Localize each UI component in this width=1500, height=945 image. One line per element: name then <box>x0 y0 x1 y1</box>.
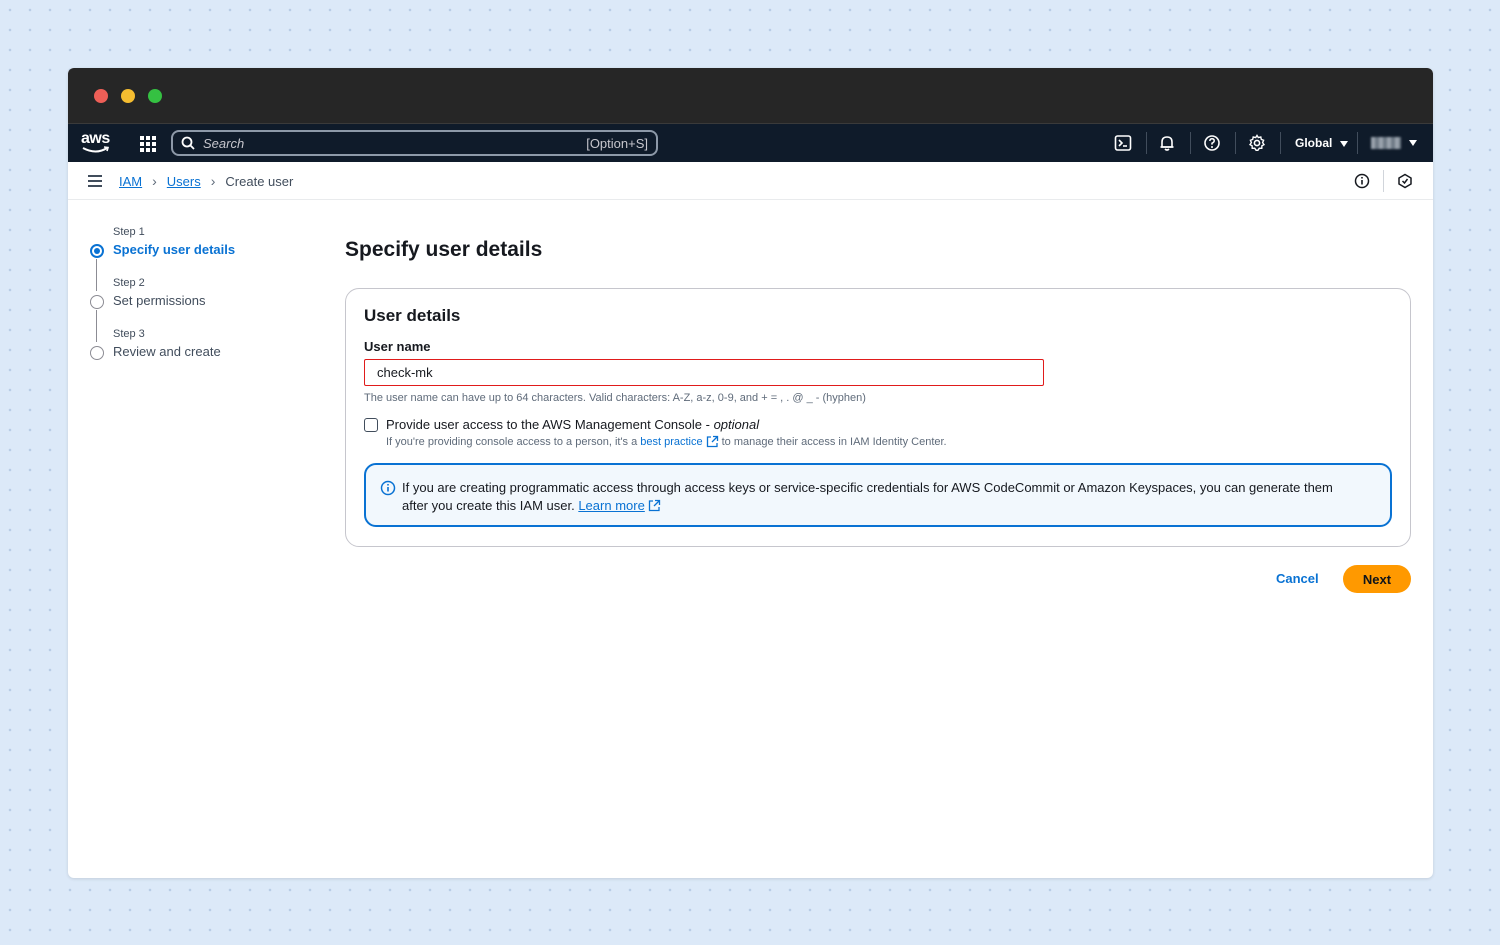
info-alert: If you are creating programmatic access … <box>364 463 1392 527</box>
account-menu[interactable] <box>1371 137 1417 149</box>
console-access-desc-pre: If you're providing console access to a … <box>386 435 638 448</box>
search-shortcut: [Option+S] <box>586 135 648 151</box>
nav-divider <box>1146 132 1147 154</box>
optional-label: optional <box>713 417 760 432</box>
aws-logo-text: aws <box>81 130 110 147</box>
region-selector[interactable]: Global <box>1295 136 1348 150</box>
breadcrumb-users[interactable]: Users <box>167 174 201 189</box>
cloudshell-icon[interactable] <box>1114 134 1132 152</box>
step-title: Set permissions <box>113 293 206 308</box>
account-name-redacted <box>1371 137 1401 149</box>
wizard-steps: Step 1 Specify user details Step 2 Set p… <box>88 226 235 379</box>
maximize-window-button[interactable] <box>148 89 162 103</box>
chevron-right-icon: › <box>152 173 157 189</box>
info-alert-message: If you are creating programmatic access … <box>402 480 1333 513</box>
gear-icon[interactable] <box>1248 134 1266 152</box>
aws-top-navigation: aws Search [Option+S] Global <box>68 124 1433 162</box>
user-details-container: User details User name The user name can… <box>345 288 1411 547</box>
cancel-button[interactable]: Cancel <box>1276 571 1319 586</box>
console-access-desc-post: to manage their access in IAM Identity C… <box>721 435 947 448</box>
search-placeholder: Search <box>203 135 245 151</box>
username-constraint-text: The user name can have up to 64 characte… <box>364 392 866 404</box>
step-title: Review and create <box>113 344 221 359</box>
chevron-down-icon <box>1409 140 1417 146</box>
step-2: Step 2 Set permissions <box>88 277 235 342</box>
nav-divider <box>1235 132 1236 154</box>
nav-divider <box>1190 132 1191 154</box>
info-icon <box>380 480 396 496</box>
close-window-button[interactable] <box>94 89 108 103</box>
username-label: User name <box>364 339 431 354</box>
chevron-right-icon: › <box>210 173 216 189</box>
aws-logo[interactable]: aws <box>81 131 113 155</box>
console-access-description: If you're providing console access to a … <box>386 435 947 448</box>
step-number: Step 3 <box>113 328 145 340</box>
breadcrumb-create-user: Create user <box>225 173 294 189</box>
services-grid-icon[interactable] <box>140 136 156 152</box>
search-bar[interactable]: Search [Option+S] <box>171 130 658 156</box>
info-icon[interactable] <box>1354 173 1370 189</box>
console-access-label[interactable]: Provide user access to the AWS Managemen… <box>386 417 759 432</box>
info-alert-text: If you are creating programmatic access … <box>402 479 1360 515</box>
console-access-label-text: Provide user access to the AWS Managemen… <box>386 417 710 432</box>
aws-smile-icon <box>82 146 110 153</box>
step-active-indicator-icon <box>90 244 104 258</box>
help-icon[interactable] <box>1203 134 1221 152</box>
step-1[interactable]: Step 1 Specify user details <box>88 226 236 291</box>
nav-divider <box>1357 132 1358 154</box>
chevron-down-icon <box>1339 141 1348 147</box>
step-inactive-indicator-icon <box>90 295 104 309</box>
browser-window: aws Search [Option+S] Global IAM › Users… <box>68 68 1433 878</box>
breadcrumb-bar: IAM › Users › Create user <box>68 162 1433 200</box>
breadcrumb: IAM › Users › Create user <box>119 173 293 189</box>
username-input[interactable] <box>364 359 1044 386</box>
container-heading: User details <box>364 306 461 325</box>
breadcrumb-divider <box>1383 170 1384 192</box>
region-label: Global <box>1295 136 1333 150</box>
step-inactive-indicator-icon <box>90 346 104 360</box>
external-link-icon <box>706 435 718 448</box>
next-button[interactable]: Next <box>1343 565 1411 593</box>
step-number: Step 2 <box>113 277 145 289</box>
window-titlebar <box>68 68 1433 124</box>
step-number: Step 1 <box>113 226 145 238</box>
menu-icon[interactable] <box>88 175 102 187</box>
step-title: Specify user details <box>113 242 236 257</box>
page-title: Specify user details <box>345 238 543 261</box>
step-3: Step 3 Review and create <box>88 328 235 379</box>
learn-more-link[interactable]: Learn more <box>578 498 644 513</box>
feedback-icon[interactable] <box>1397 173 1413 189</box>
nav-divider <box>1280 132 1281 154</box>
minimize-window-button[interactable] <box>121 89 135 103</box>
best-practice-link[interactable]: best practice <box>640 436 702 448</box>
search-icon <box>181 136 195 150</box>
console-access-checkbox[interactable] <box>364 418 378 432</box>
breadcrumb-iam[interactable]: IAM <box>119 174 142 189</box>
external-link-icon <box>649 499 661 512</box>
bell-icon[interactable] <box>1158 134 1176 152</box>
